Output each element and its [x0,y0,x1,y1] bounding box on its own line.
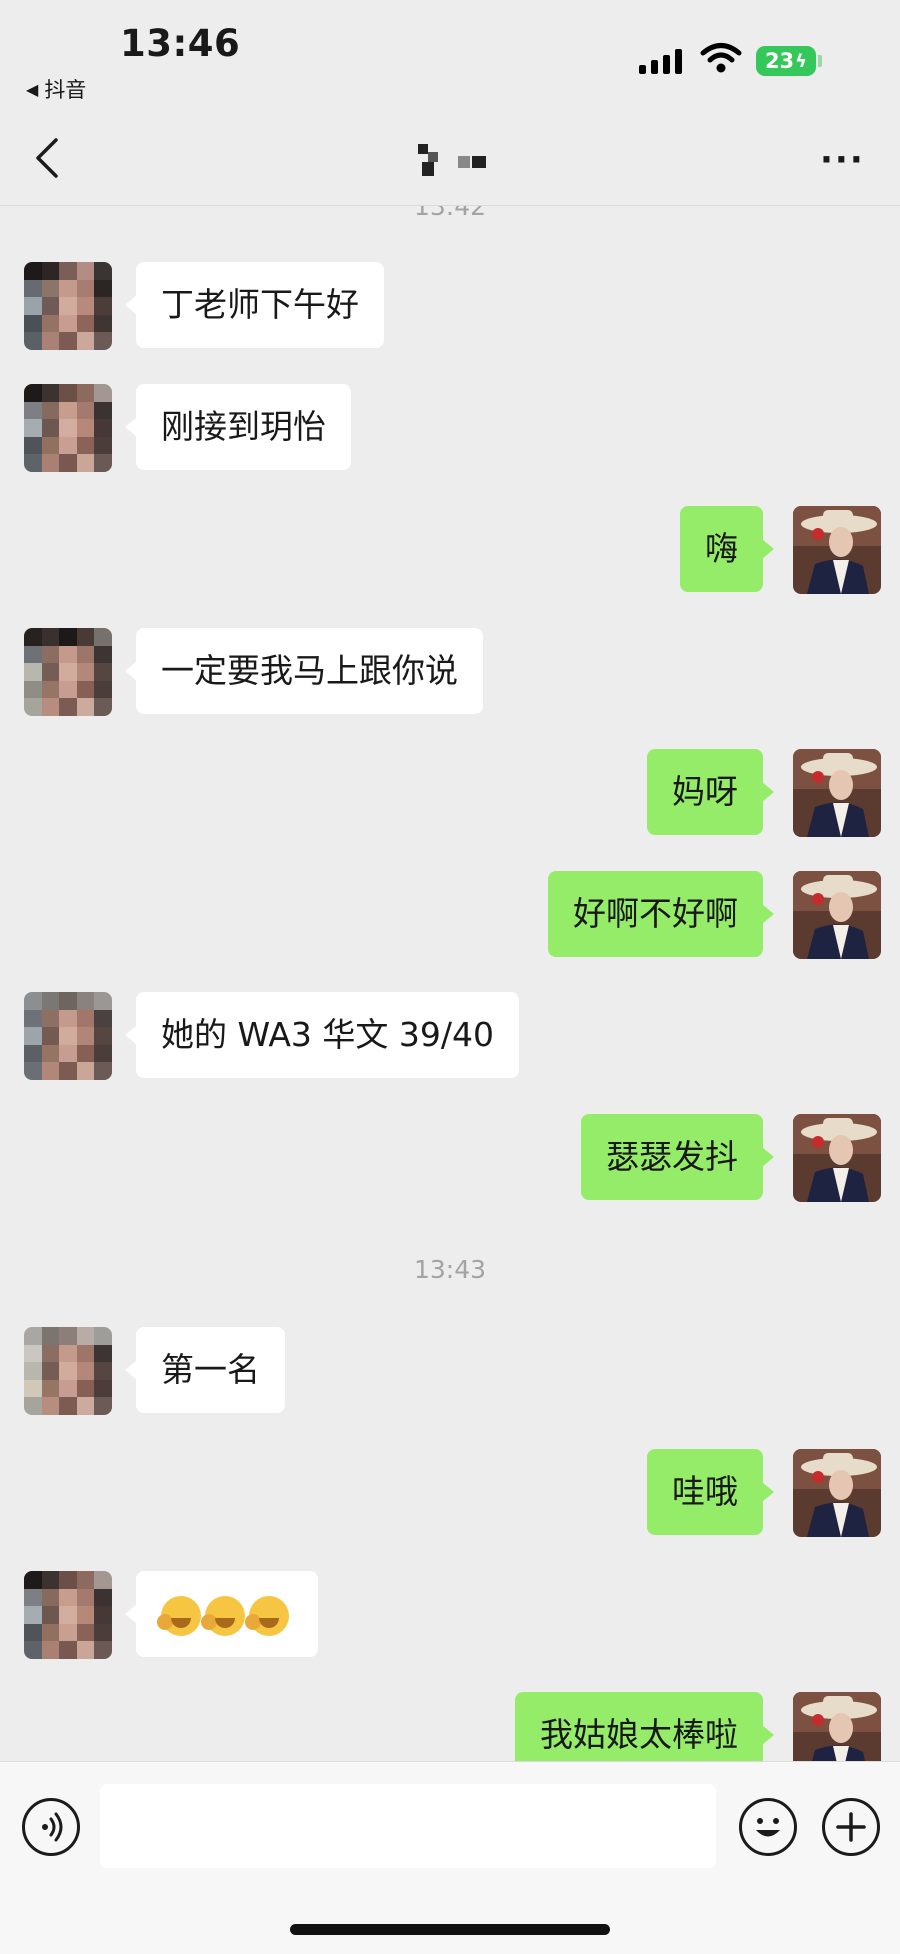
back-triangle-icon: ◀ [26,79,39,99]
self-avatar[interactable] [793,506,881,594]
status-bar: 13:46 ◀ 抖音 23 ϟ [0,0,900,110]
chat-header: ··· [0,110,900,206]
input-bar [0,1761,900,1954]
message-bubble-incoming-emoji[interactable] [125,1571,318,1657]
contact-avatar[interactable] [24,992,112,1080]
message-bubble-incoming[interactable]: 丁老师下午好 [125,262,384,348]
message-bubble-outgoing[interactable]: 哇哦 [647,1449,774,1535]
message-bubble-outgoing[interactable]: 我姑娘太棒啦 [515,1692,774,1761]
chevron-left-icon[interactable] [28,134,68,182]
message-bubble-incoming[interactable]: 一定要我马上跟你说 [125,628,483,714]
message-bubble-outgoing[interactable]: 妈呀 [647,749,774,835]
back-to-app-link[interactable]: ◀ 抖音 [26,74,86,104]
self-avatar[interactable] [793,1114,881,1202]
self-avatar[interactable] [793,749,881,837]
contact-avatar[interactable] [24,384,112,472]
message-bubble-incoming[interactable]: 第一名 [125,1327,285,1413]
smiley-icon[interactable] [739,1798,797,1856]
message-bubble-outgoing[interactable]: 瑟瑟发抖 [581,1114,774,1200]
contact-avatar[interactable] [24,628,112,716]
battery-indicator: 23 ϟ [756,46,816,76]
wifi-icon [700,43,742,73]
message-bubble-outgoing[interactable]: 好啊不好啊 [548,871,774,957]
message-bubble-incoming[interactable]: 她的 WA3 华文 39/40 [125,992,519,1078]
back-app-label: 抖音 [44,78,87,102]
timestamp-partial: 13:42 [413,206,487,221]
contact-avatar[interactable] [24,1327,112,1415]
battery-level: 23 [764,49,795,73]
self-avatar[interactable] [793,1449,881,1537]
contact-avatar[interactable] [24,262,112,350]
thinking-face-icon [201,1595,245,1636]
voice-icon[interactable] [22,1798,80,1856]
charging-bolt-icon: ϟ [795,50,808,72]
message-bubble-outgoing[interactable]: 嗨 [680,506,774,592]
chat-message-list[interactable]: 13:42 丁老师下午好 刚接到玥怡 嗨 一定要我马上跟你说 妈呀 好啊不好啊 … [0,206,900,1761]
message-input[interactable] [100,1784,716,1868]
thinking-face-icon [157,1595,201,1636]
home-indicator[interactable] [290,1924,610,1935]
self-avatar[interactable] [793,871,881,959]
plus-icon[interactable] [822,1798,880,1856]
self-avatar[interactable] [793,1692,881,1761]
cellular-signal-icon [639,48,682,74]
status-time: 13:46 [120,22,241,65]
battery-cap [818,55,822,67]
more-dots-icon[interactable]: ··· [820,143,865,177]
chat-title-redacted [418,144,490,178]
timestamp: 13:43 [413,1255,487,1284]
contact-avatar[interactable] [24,1571,112,1659]
message-bubble-incoming[interactable]: 刚接到玥怡 [125,384,351,470]
thinking-face-icon [245,1595,289,1636]
